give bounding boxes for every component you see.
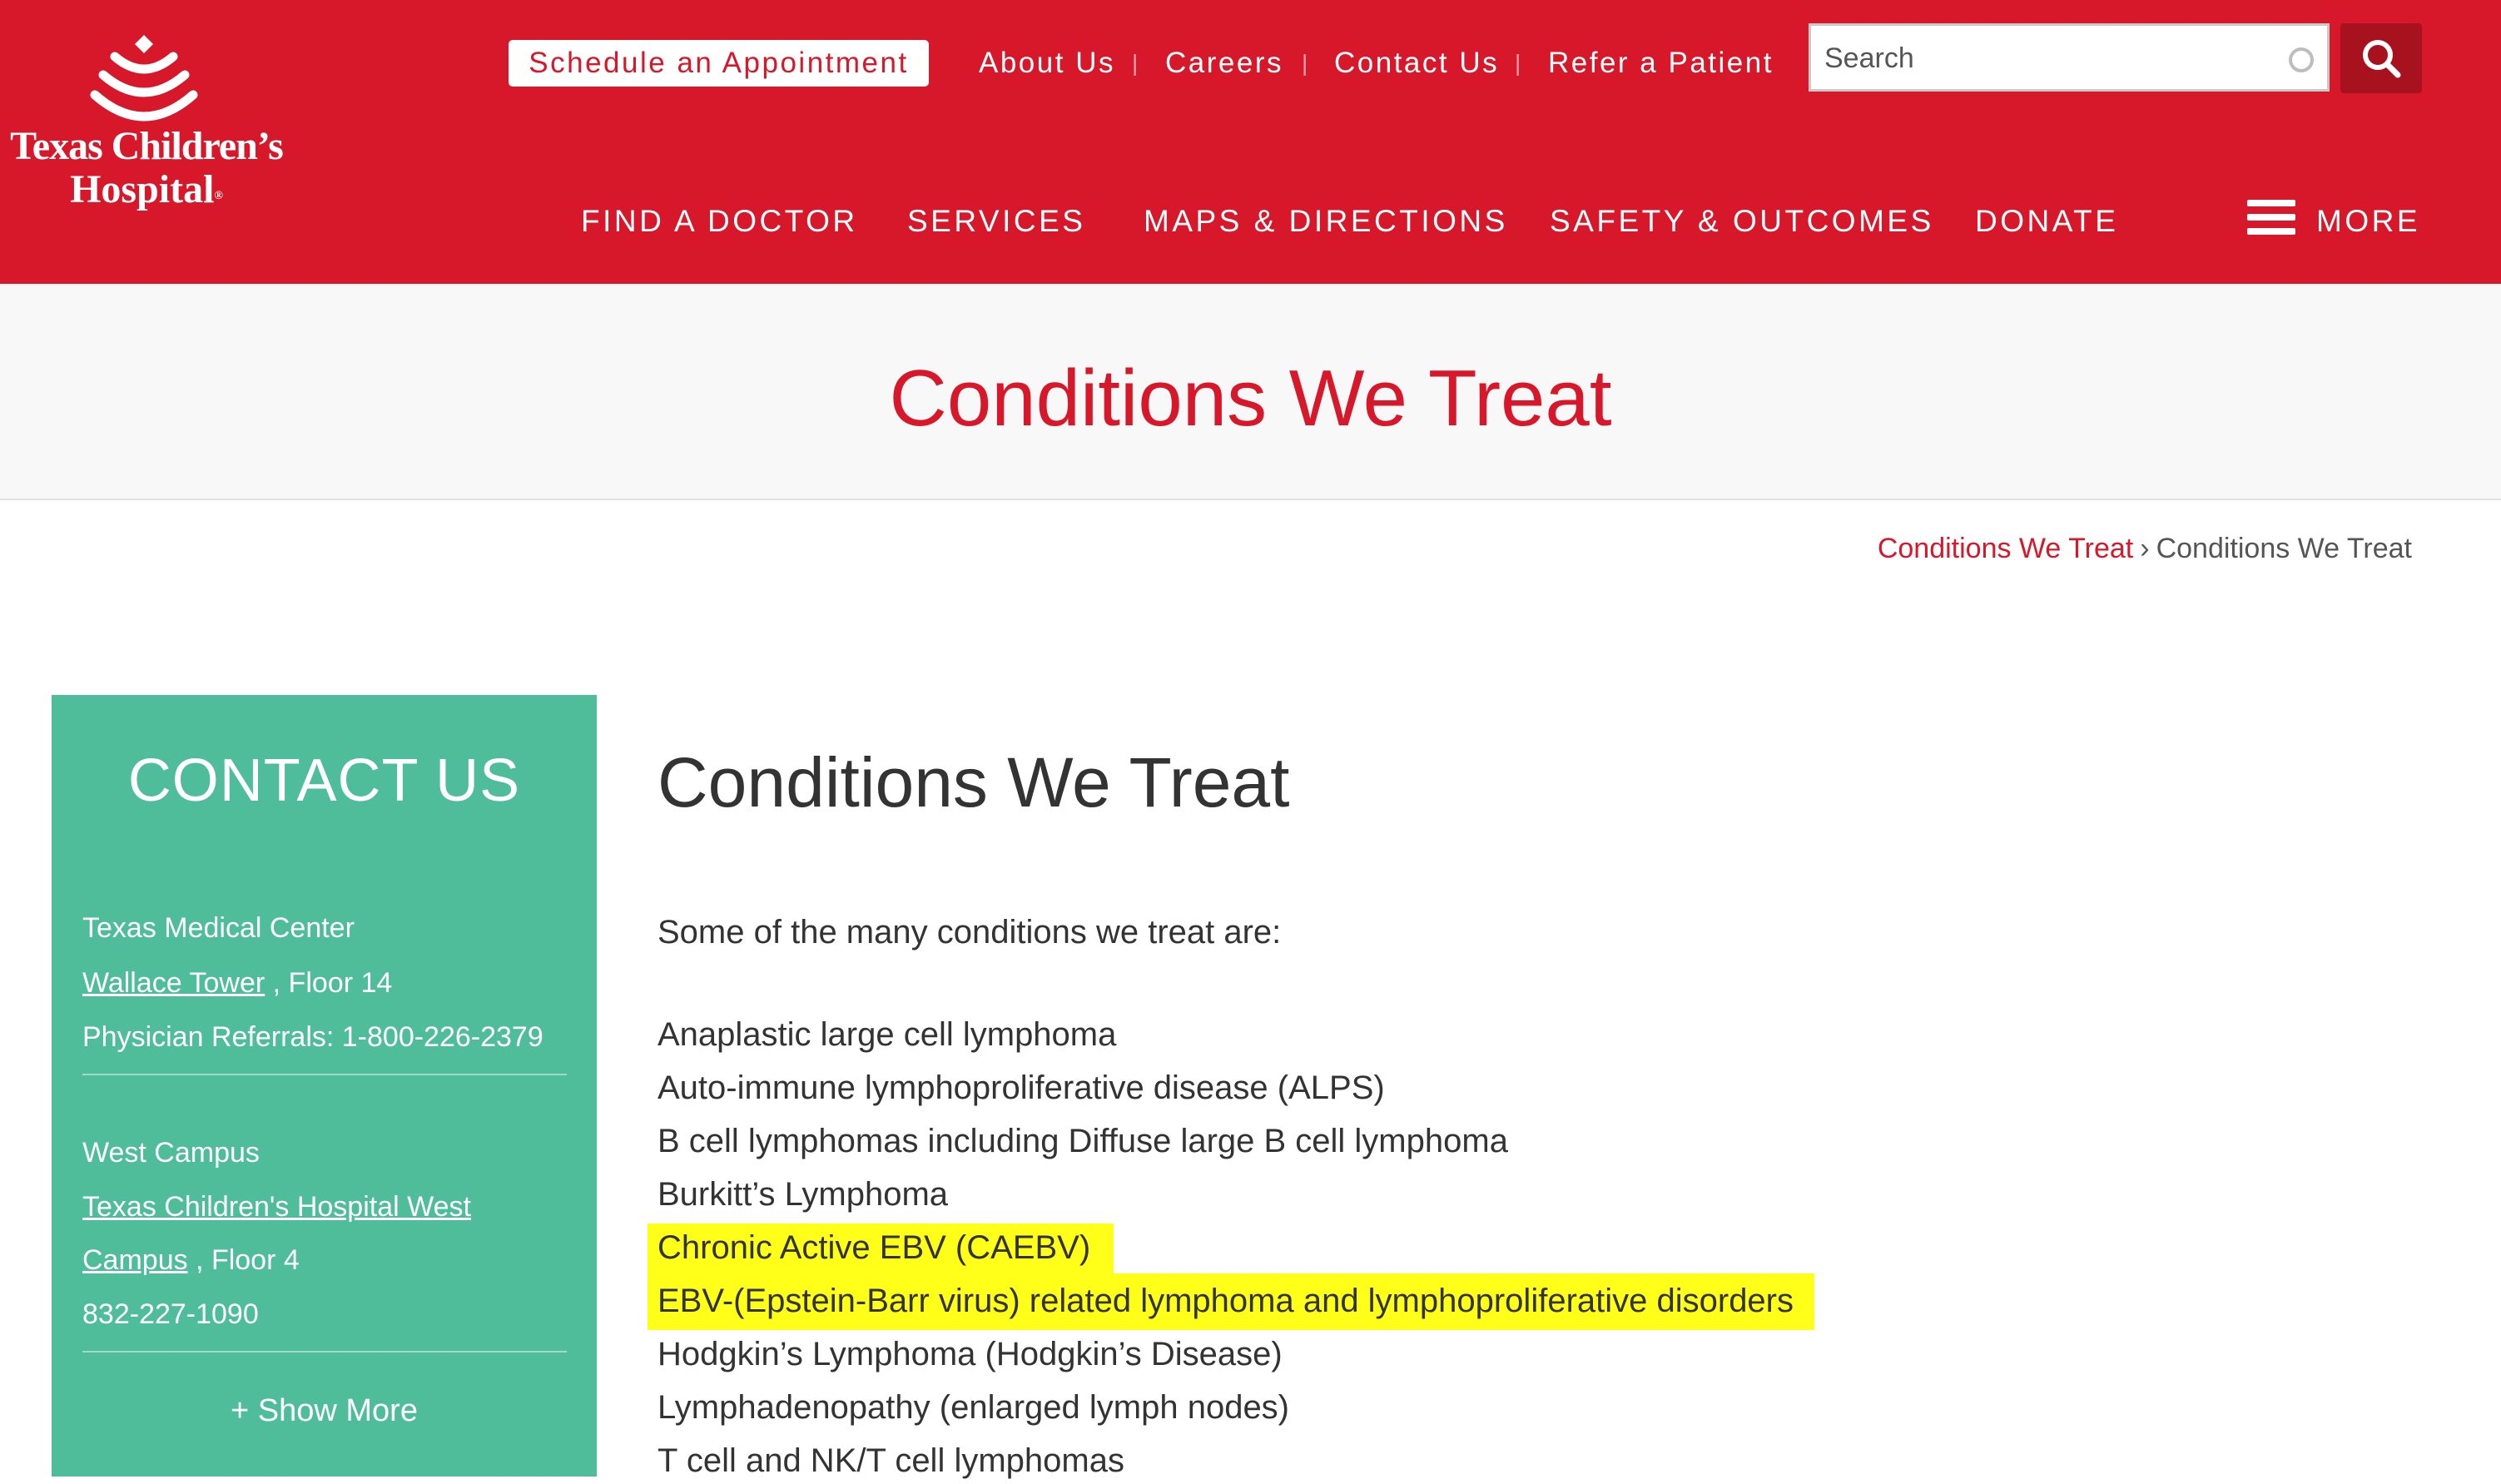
search-button[interactable] <box>2340 23 2422 93</box>
location-address: Wallace Tower , Floor 14 <box>82 962 392 1004</box>
floor-text: , Floor 4 <box>196 1244 300 1276</box>
site-header: Texas Children’s Hospital® Schedule an A… <box>0 0 2501 284</box>
site-logo[interactable]: Texas Children’s Hospital® <box>5 32 288 223</box>
page-title-band: Conditions We Treat <box>0 284 2501 500</box>
search-icon <box>2363 40 2401 78</box>
intro-text: Some of the many conditions we treat are… <box>658 914 1282 950</box>
search-clear-icon <box>2289 47 2314 72</box>
floor-text: , Floor 14 <box>272 967 393 999</box>
utility-separator: | <box>1515 50 1521 76</box>
registered-mark: ® <box>214 190 223 202</box>
schedule-appointment-button[interactable]: Schedule an Appointment <box>509 40 929 87</box>
search-input[interactable] <box>1823 34 2259 82</box>
nav-more[interactable]: MORE <box>2316 198 2420 245</box>
hamburger-menu-icon[interactable] <box>2247 200 2295 235</box>
logo-text-line1: Texas Children’s <box>10 124 284 168</box>
condition-item: B cell lymphomas including Diffuse large… <box>658 1123 1508 1159</box>
sidebar-divider <box>82 1351 567 1352</box>
logo-text-line2: Hospital® <box>5 166 288 213</box>
location-name: West Campus <box>82 1137 260 1169</box>
condition-item-highlighted: EBV-(Epstein-Barr virus) related lymphom… <box>658 1283 1794 1319</box>
location-address: Campus , Floor 4 <box>82 1239 300 1281</box>
location-address: Texas Children's Hospital West <box>82 1186 471 1228</box>
nav-services[interactable]: SERVICES <box>907 198 1085 245</box>
contact-us-link[interactable]: Contact Us <box>1334 40 1499 87</box>
location-phone: 832-227-1090 <box>82 1298 259 1330</box>
page-title: Conditions We Treat <box>889 354 1612 443</box>
logo-word: Hospital <box>70 167 215 211</box>
search-box <box>1809 23 2330 92</box>
location-name: Texas Medical Center <box>82 912 355 944</box>
nav-donate[interactable]: DONATE <box>1975 198 2118 245</box>
building-link[interactable]: Campus <box>82 1244 188 1276</box>
condition-item: Lymphadenopathy (enlarged lymph nodes) <box>658 1389 1290 1426</box>
building-link[interactable]: Wallace Tower <box>82 967 265 999</box>
nav-safety-outcomes[interactable]: SAFETY & OUTCOMES <box>1550 198 1934 245</box>
show-more-button[interactable]: + Show More <box>52 1390 597 1432</box>
hearts-logo-icon <box>90 35 198 122</box>
sidebar-heading: CONTACT US <box>127 747 521 814</box>
careers-link[interactable]: Careers <box>1165 40 1283 87</box>
breadcrumb-separator: › <box>2140 533 2150 564</box>
refer-a-patient-link[interactable]: Refer a Patient <box>1548 40 1774 87</box>
breadcrumb-parent-link[interactable]: Conditions We Treat <box>1878 533 2133 564</box>
contact-sidebar: CONTACT US Texas Medical Center Wallace … <box>52 695 597 1477</box>
utility-separator: | <box>1132 50 1139 76</box>
condition-item: Anaplastic large cell lymphoma <box>658 1016 1117 1053</box>
condition-item: Hodgkin’s Lymphoma (Hodgkin’s Disease) <box>658 1336 1283 1372</box>
content-heading: Conditions We Treat <box>658 743 1290 821</box>
breadcrumb-current: Conditions We Treat <box>2156 533 2412 564</box>
condition-item: Auto-immune lymphoproliferative disease … <box>658 1070 1385 1106</box>
breadcrumb: Conditions We Treat › Conditions We Treat <box>1878 528 2412 569</box>
building-link[interactable]: Texas Children's Hospital West <box>82 1191 471 1223</box>
about-us-link[interactable]: About Us <box>979 40 1115 87</box>
condition-item: T cell and NK/T cell lymphomas <box>658 1442 1124 1479</box>
sidebar-divider <box>82 1074 567 1075</box>
nav-maps-directions[interactable]: MAPS & DIRECTIONS <box>1144 198 1508 245</box>
condition-item: Burkitt’s Lymphoma <box>658 1176 949 1213</box>
location-phone: Physician Referrals: 1-800-226-2379 <box>82 1021 543 1053</box>
utility-separator: | <box>1302 50 1308 76</box>
condition-item-highlighted: Chronic Active EBV (CAEBV) <box>658 1229 1091 1266</box>
nav-find-a-doctor[interactable]: FIND A DOCTOR <box>581 198 858 245</box>
